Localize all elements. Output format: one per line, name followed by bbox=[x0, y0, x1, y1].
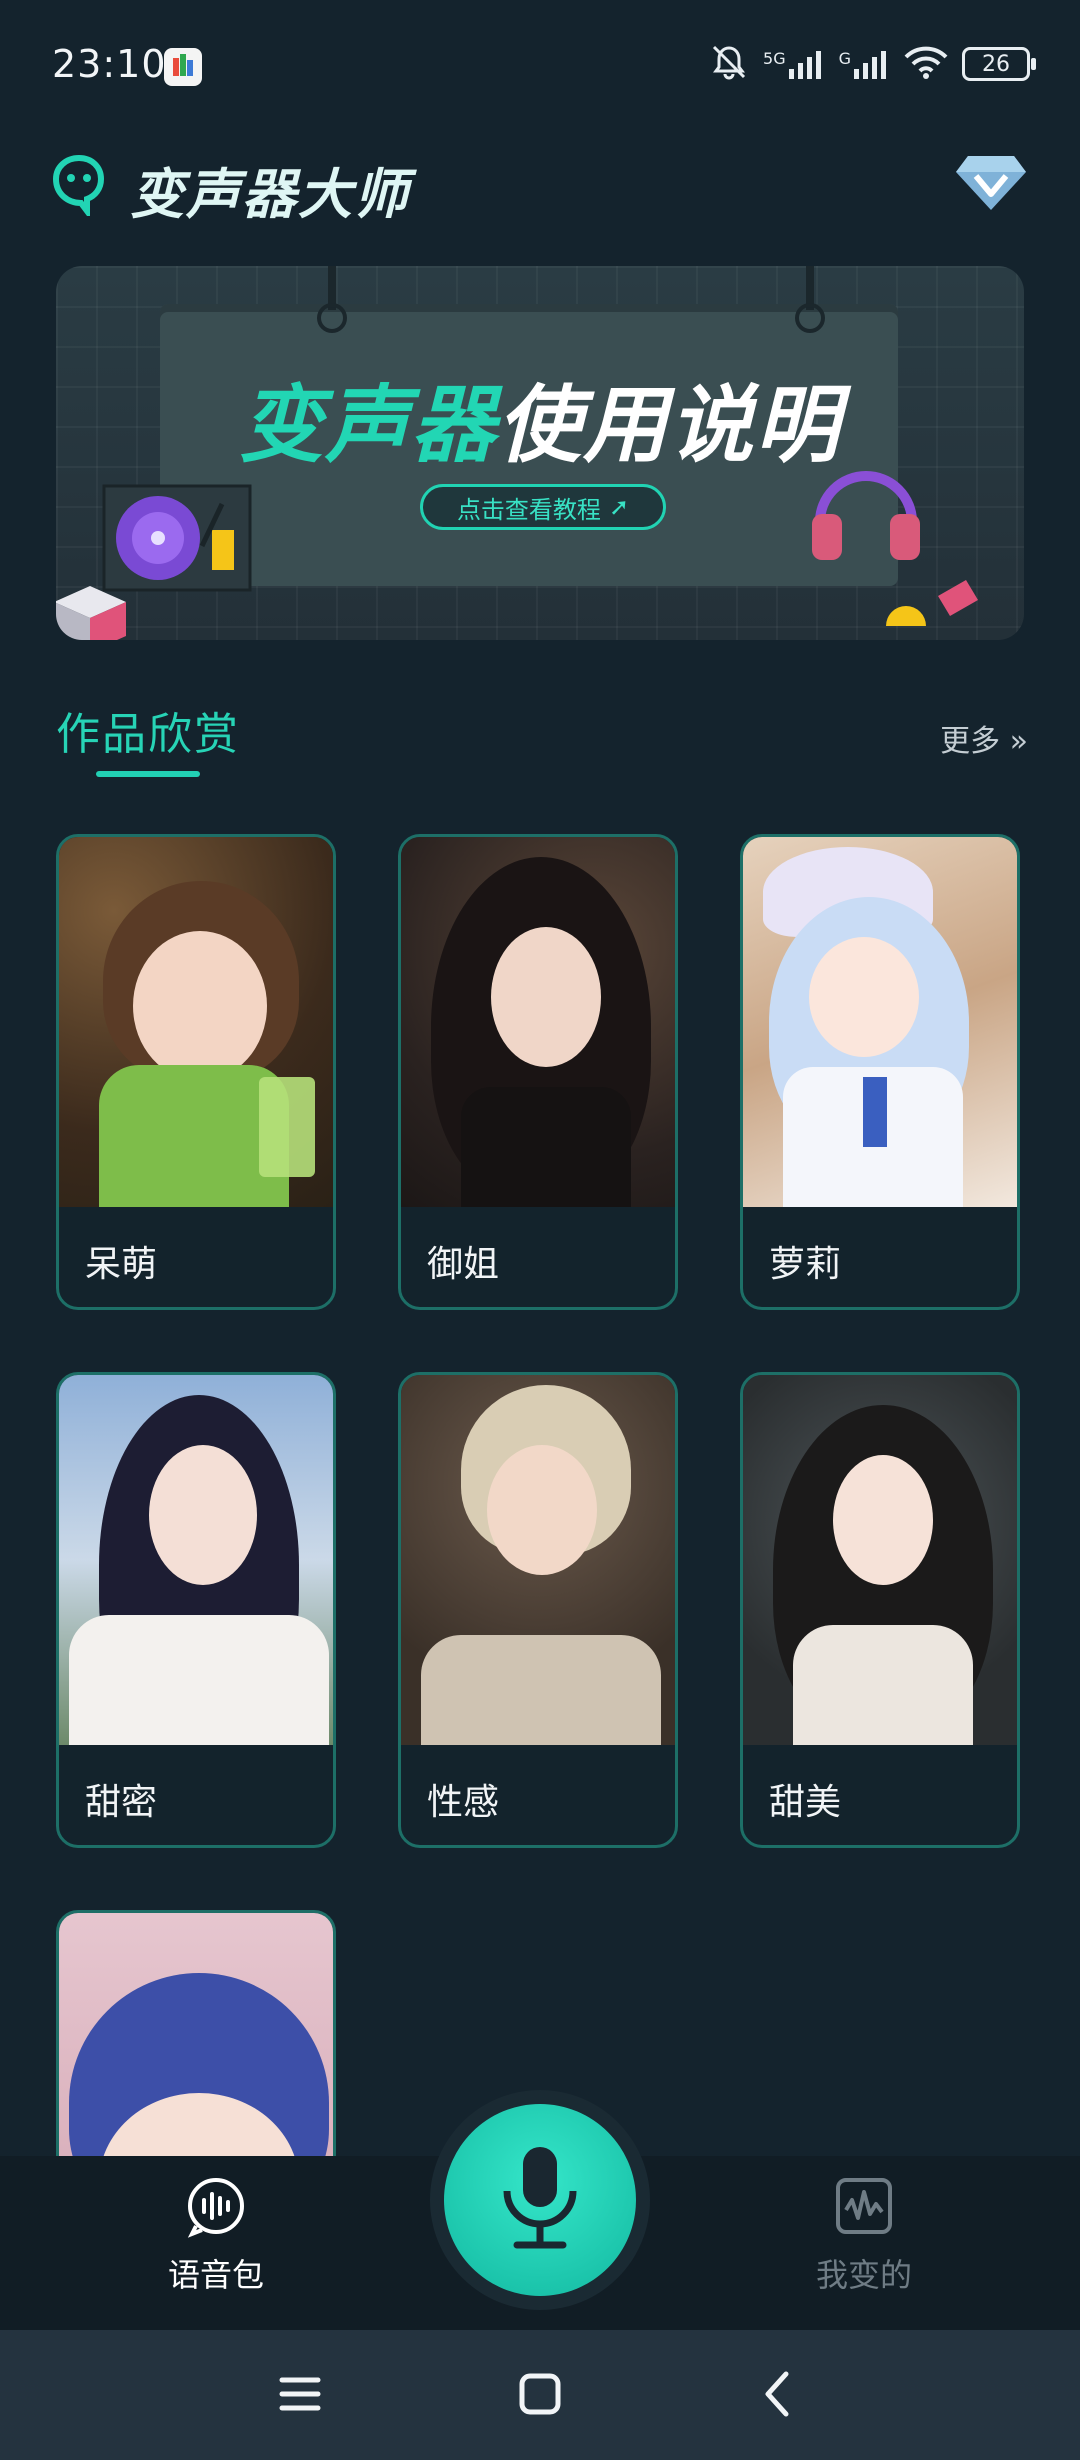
notification-app-icon bbox=[164, 48, 202, 86]
card-label: 甜美 bbox=[769, 1782, 842, 1823]
app-header: 变声器大师 bbox=[0, 140, 1080, 230]
headphones-icon bbox=[806, 452, 926, 566]
system-navigation-bar bbox=[0, 2330, 1080, 2460]
more-link[interactable]: 更多 » bbox=[940, 716, 1028, 760]
view-tutorial-button[interactable]: 点击查看教程 ➚ bbox=[420, 484, 666, 530]
card-portrait-image bbox=[743, 1375, 1017, 1745]
voice-card-dai-meng[interactable]: 呆萌 bbox=[56, 834, 336, 1310]
app-logo-icon bbox=[52, 154, 106, 220]
status-bar: 23:10 5G G 26 bbox=[0, 0, 1080, 130]
card-label: 性感 bbox=[427, 1782, 500, 1823]
decorative-shapes-icon bbox=[876, 566, 986, 640]
card-portrait-image bbox=[401, 837, 675, 1207]
menu-icon[interactable] bbox=[268, 2362, 332, 2426]
section-title-works[interactable]: 作品欣赏 bbox=[56, 698, 240, 762]
my-changes-icon bbox=[832, 2174, 896, 2238]
wifi-icon bbox=[904, 45, 948, 83]
voice-card-tian-mi[interactable]: 甜密 bbox=[56, 1372, 336, 1848]
microphone-icon bbox=[495, 2143, 585, 2257]
card-portrait-image bbox=[59, 1375, 333, 1745]
board-hangers bbox=[317, 266, 825, 333]
status-time: 23:10 bbox=[52, 42, 167, 86]
back-icon[interactable] bbox=[746, 2362, 810, 2426]
card-portrait-image bbox=[401, 1375, 675, 1745]
voice-card-xing-gan[interactable]: 性感 bbox=[398, 1372, 678, 1848]
voice-card-tian-mei[interactable]: 甜美 bbox=[740, 1372, 1020, 1848]
battery-indicator: 26 bbox=[962, 47, 1036, 81]
tutorial-banner[interactable]: 变声器使用说明 点击查看教程 ➚ bbox=[56, 266, 1024, 640]
signal-5g-icon: 5G bbox=[763, 49, 825, 79]
battery-level: 26 bbox=[982, 51, 1010, 77]
voice-card-luo-li[interactable]: 萝莉 bbox=[740, 834, 1020, 1310]
record-mic-button[interactable] bbox=[444, 2104, 636, 2296]
record-button-wrap bbox=[430, 2090, 650, 2310]
nav-voice-pack[interactable]: 语音包 bbox=[126, 2174, 306, 2296]
nav-voice-pack-label: 语音包 bbox=[167, 2256, 264, 2294]
card-portrait-image bbox=[743, 837, 1017, 1207]
voice-card-yu-jie[interactable]: 御姐 bbox=[398, 834, 678, 1310]
signal-g-icon: G bbox=[839, 49, 890, 79]
view-tutorial-label: 点击查看教程 bbox=[456, 495, 601, 524]
banner-title-part1: 变声器 bbox=[238, 376, 497, 474]
card-label: 甜密 bbox=[85, 1782, 158, 1823]
banner-title-part2: 使用说明 bbox=[497, 376, 842, 474]
mute-bell-icon bbox=[709, 42, 749, 86]
cube-icon bbox=[56, 582, 130, 640]
network-type-label-2: G bbox=[838, 49, 851, 68]
vip-diamond-icon[interactable] bbox=[954, 150, 1028, 214]
nav-my-changes[interactable]: 我变的 bbox=[774, 2174, 954, 2296]
voice-pack-icon bbox=[184, 2174, 248, 2238]
card-label: 御姐 bbox=[427, 1244, 500, 1285]
section-title-underline bbox=[96, 771, 200, 777]
card-label: 萝莉 bbox=[769, 1244, 842, 1285]
cursor-icon: ➚ bbox=[608, 493, 630, 521]
app-title: 变声器大师 bbox=[130, 163, 410, 226]
turntable-icon bbox=[102, 484, 252, 598]
nav-my-changes-label: 我变的 bbox=[815, 2256, 912, 2294]
home-icon[interactable] bbox=[508, 2362, 572, 2426]
network-type-label: 5G bbox=[763, 49, 786, 68]
card-portrait-image bbox=[59, 837, 333, 1207]
card-label: 呆萌 bbox=[85, 1244, 158, 1285]
